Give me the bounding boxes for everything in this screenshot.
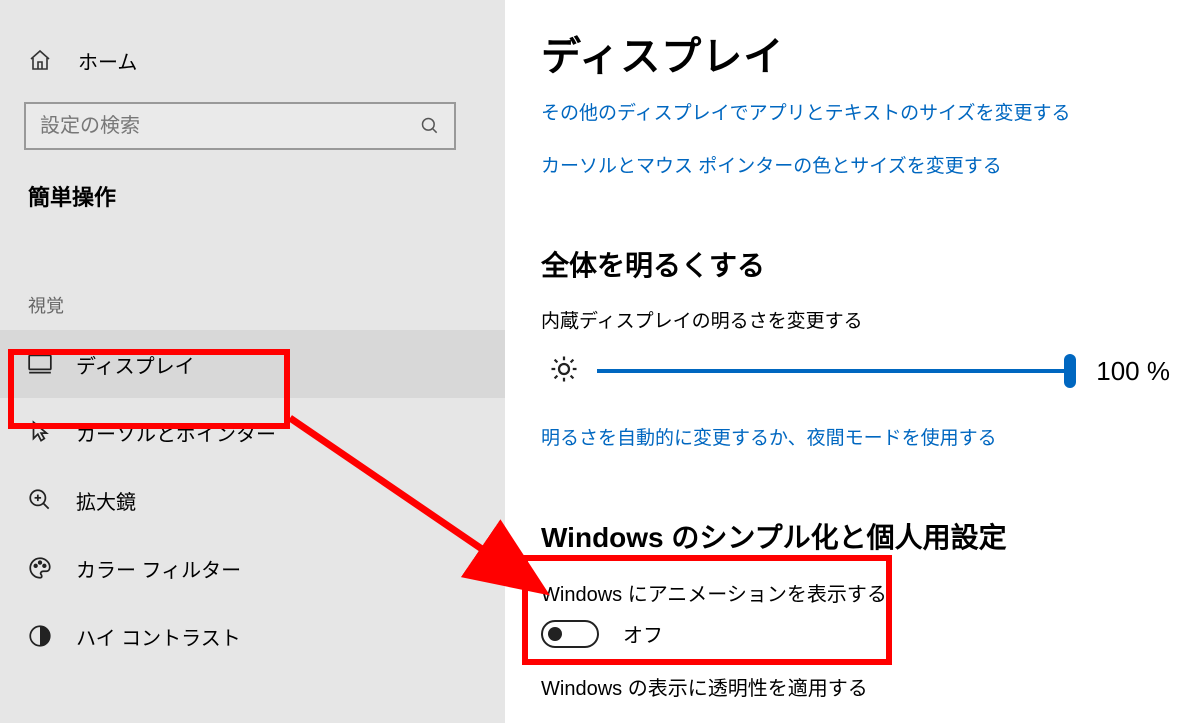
brightness-value: 100 % — [1096, 356, 1170, 387]
sidebar-item-high-contrast[interactable]: ハイ コントラスト — [0, 602, 505, 670]
search-icon — [406, 102, 454, 150]
setting-transparency-label: Windows の表示に透明性を適用する — [541, 672, 1170, 701]
sidebar-item-display[interactable]: ディスプレイ — [0, 330, 505, 398]
section-title-simplify: Windows のシンプル化と個人用設定 — [541, 516, 1170, 556]
brightness-subtext: 内蔵ディスプレイの明るさを変更する — [541, 306, 1170, 333]
search-field[interactable] — [24, 102, 456, 150]
sidebar-item-label: カーソルとポインター — [76, 418, 276, 447]
home-button[interactable]: ホーム — [0, 36, 505, 84]
sidebar-item-label: 拡大鏡 — [76, 486, 136, 515]
monitor-icon — [24, 351, 56, 377]
contrast-icon — [24, 623, 56, 649]
slider-thumb[interactable] — [1064, 354, 1076, 388]
sidebar-item-label: ディスプレイ — [76, 350, 195, 379]
link-other-displays[interactable]: その他のディスプレイでアプリとテキストのサイズを変更する — [541, 98, 1071, 125]
category-title: 簡単操作 — [28, 180, 505, 212]
sidebar-item-label: カラー フィルター — [76, 554, 241, 583]
group-label-vision: 視覚 — [28, 292, 505, 318]
toggle-knob — [548, 627, 562, 641]
link-auto-brightness[interactable]: 明るさを自動的に変更するか、夜間モードを使用する — [541, 423, 997, 450]
magnifier-icon — [24, 487, 56, 513]
link-cursor-color[interactable]: カーソルとマウス ポインターの色とサイズを変更する — [541, 151, 1002, 178]
page-title: ディスプレイ — [541, 24, 1170, 82]
setting-animations: Windows にアニメーションを表示する オフ — [541, 578, 1170, 648]
settings-main: ディスプレイ その他のディスプレイでアプリとテキストのサイズを変更する カーソル… — [505, 0, 1200, 723]
setting-animations-label: Windows にアニメーションを表示する — [541, 578, 1170, 607]
sidebar-item-label: ハイ コントラスト — [76, 622, 241, 651]
toggle-state-text: オフ — [623, 619, 663, 648]
palette-icon — [24, 555, 56, 581]
search-input[interactable] — [26, 115, 406, 138]
sidebar-item-color-filter[interactable]: カラー フィルター — [0, 534, 505, 602]
sidebar-item-cursor[interactable]: カーソルとポインター — [0, 398, 505, 466]
home-icon — [28, 48, 52, 72]
sidebar-item-magnifier[interactable]: 拡大鏡 — [0, 466, 505, 534]
toggle-animations[interactable] — [541, 620, 599, 648]
brightness-slider-row: 100 % — [541, 349, 1170, 393]
slider-track — [597, 369, 1076, 373]
setting-transparency: Windows の表示に透明性を適用する — [541, 672, 1170, 701]
brightness-slider[interactable] — [597, 349, 1076, 393]
section-title-brightness: 全体を明るくする — [541, 244, 1170, 284]
cursor-icon — [24, 419, 56, 445]
settings-sidebar: ホーム 簡単操作 視覚 ディスプレイ カーソルとポインター — [0, 0, 505, 723]
sun-icon — [549, 354, 579, 389]
home-label: ホーム — [78, 46, 137, 75]
